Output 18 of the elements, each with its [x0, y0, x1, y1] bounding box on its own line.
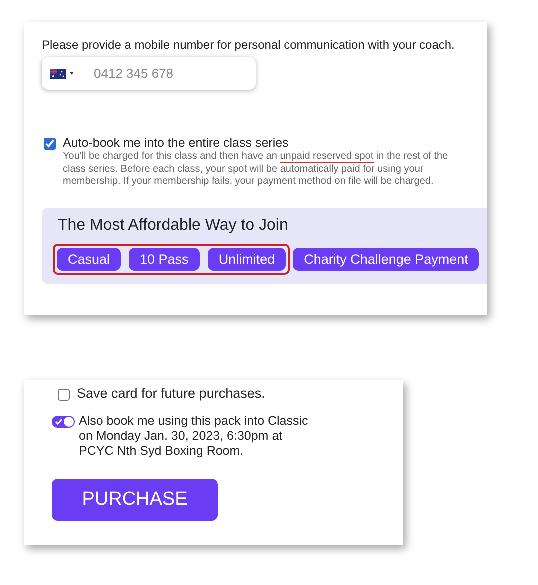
toggle-label: Also book me using this pack into Classic on Monday Jan. 30, 2023, 6:30pm at PCYC Nth Syd Boxing Room. — [79, 414, 310, 459]
checkbox-label: Auto-book me into the entire class series — [63, 136, 290, 150]
checkbox[interactable] — [44, 138, 56, 150]
checkbox[interactable] — [58, 388, 70, 400]
panel-title: The Most Affordable Way to Join — [58, 216, 290, 234]
description-text: You'll be charged for this class and then have an unpaid reserved spot in the rest of the class series. Before each class, your spot will be automatically paid for using your membership. If your membership fails, your payment method on file will be charged. — [63, 151, 450, 188]
toggle-switch[interactable] — [52, 416, 75, 428]
flag-icon — [50, 68, 66, 78]
option-button[interactable]: Unlimited — [208, 248, 286, 270]
phone-input-field[interactable]: 0412 345 678 — [92, 65, 236, 82]
caret-icon — [70, 72, 74, 75]
checkbox-label: Save card for future purchases. — [77, 386, 266, 401]
option-button[interactable]: Casual — [57, 248, 122, 270]
country-select[interactable] — [50, 68, 74, 78]
purchase-button[interactable]: PURCHASE — [52, 479, 218, 521]
option-button[interactable]: Charity Challenge Payment — [293, 248, 480, 270]
prompt-text: Please provide a mobile number for personal communication with your coach. — [42, 38, 456, 52]
option-button[interactable]: 10 Pass — [129, 248, 200, 270]
